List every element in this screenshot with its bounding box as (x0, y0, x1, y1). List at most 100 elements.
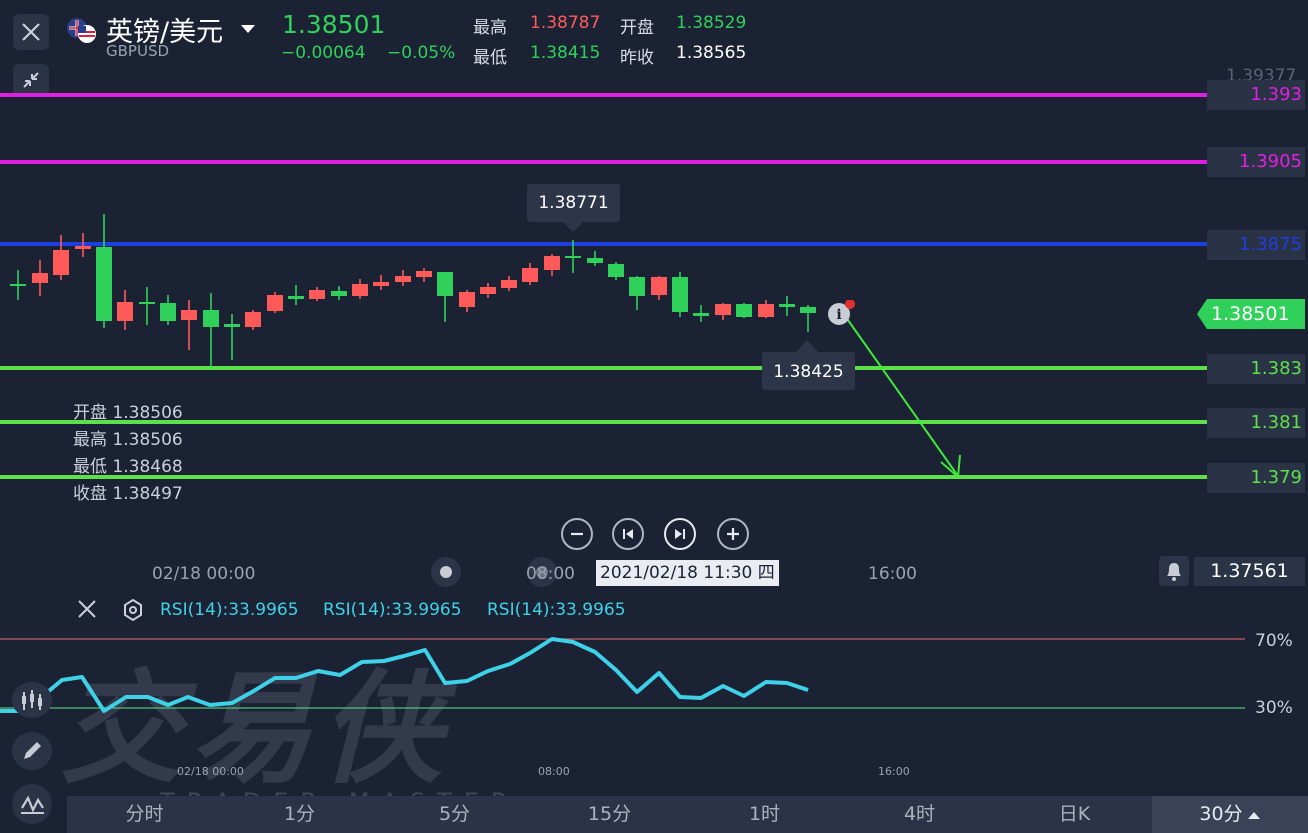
high-callout-pointer (562, 221, 584, 232)
settings-icon (124, 598, 142, 622)
candle-body (693, 313, 709, 316)
rsi-time-2: 08:00 (538, 765, 570, 778)
candle-body (373, 282, 389, 286)
candle-body (160, 303, 176, 321)
scroll-dot-left[interactable] (431, 557, 461, 587)
zoom-out-button[interactable] (561, 518, 593, 550)
rsi-label-3: RSI(14):33.9965 (487, 600, 626, 620)
candle-body (267, 295, 283, 311)
level-tag-1379: 1.379 (1207, 463, 1305, 493)
tab-30min-label: 30分 (1199, 803, 1243, 825)
draw-button[interactable] (12, 732, 52, 770)
candle-body (10, 284, 26, 286)
tab-1h[interactable]: 1时 (687, 796, 842, 833)
candle-body (53, 250, 69, 275)
ohlc-open-label: 开盘 (73, 403, 107, 423)
close-icon (78, 600, 96, 618)
high-callout: 1.38771 (527, 184, 620, 222)
candle-body (416, 271, 432, 277)
candle-body (480, 287, 496, 294)
rsi-series (0, 637, 809, 713)
rsi-time-3: 16:00 (878, 765, 910, 778)
rsi-label-2: RSI(14):33.9965 (323, 600, 462, 620)
ohlc-open-value: 1.38506 (112, 403, 183, 423)
timeframe-tabbar: 分时 1分 5分 15分 1时 4时 日K 30分 (67, 796, 1308, 833)
candle-body (629, 277, 645, 296)
ohlc-high-label: 最高 (73, 430, 107, 450)
ohlc-close-value: 1.38497 (112, 484, 183, 504)
bell-icon (1167, 563, 1181, 581)
rsi-label-1: RSI(14):33.9965 (160, 600, 299, 620)
tab-15min[interactable]: 15分 (532, 796, 687, 833)
next-icon (675, 529, 685, 539)
candle-body (587, 258, 603, 263)
ohlc-low-label: 最低 (73, 457, 107, 477)
axis-bottom-value: 1.37561 (1194, 557, 1305, 586)
candle-body (779, 304, 795, 307)
ohlc-low-value: 1.38468 (112, 457, 183, 477)
candle-body (736, 304, 752, 317)
candle-body (288, 296, 304, 299)
candle-body (75, 246, 91, 249)
rsi-time-1: 02/18 00:00 (177, 765, 244, 778)
level-tag-13875: 1.3875 (1207, 230, 1305, 260)
tab-30min[interactable]: 30分 (1152, 796, 1308, 833)
candle-body (395, 276, 411, 282)
level-tag-1381: 1.381 (1207, 408, 1305, 438)
indicator-icon (21, 795, 44, 814)
zoom-out-icon (571, 532, 583, 536)
zoom-in-button[interactable] (717, 518, 749, 550)
next-button[interactable] (664, 518, 696, 550)
candle-body (758, 304, 774, 317)
tab-daily[interactable]: 日K (997, 796, 1152, 833)
low-callout: 1.38425 (762, 352, 855, 390)
rsi-settings-button[interactable] (121, 598, 145, 626)
candle-body (32, 273, 48, 283)
rsi-upper-label: 70% (1255, 631, 1293, 651)
current-price-tag: 1.38501 (1197, 299, 1305, 329)
candle-body (651, 277, 667, 295)
level-tag-1383: 1.383 (1207, 354, 1305, 384)
indicator-button[interactable] (12, 784, 52, 824)
candle-body (117, 302, 133, 321)
crosshair-time: 2021/02/18 11:30 四 (596, 560, 779, 586)
ohlc-close-label: 收盘 (73, 484, 107, 504)
chevron-up-icon (1247, 812, 1260, 819)
zoom-in-icon (727, 528, 739, 540)
prev-button[interactable] (612, 518, 644, 550)
candle-body (715, 304, 731, 315)
ohlc-high-value: 1.38506 (112, 430, 183, 450)
tab-4h[interactable]: 4时 (842, 796, 997, 833)
rsi-close-button[interactable] (76, 598, 98, 624)
level-tag-13905: 1.3905 (1207, 147, 1305, 177)
candle-body (245, 312, 261, 327)
chart-type-button[interactable] (12, 682, 52, 718)
pen-icon (24, 742, 41, 759)
candle-body (96, 247, 112, 321)
candle-body (181, 310, 197, 320)
candle-body (139, 302, 155, 304)
info-icon[interactable]: i (826, 299, 856, 332)
projection-arrow (842, 312, 959, 477)
candle-body (544, 256, 560, 270)
candle-body (459, 292, 475, 307)
candle-body (672, 277, 688, 312)
candle-body (608, 264, 624, 277)
rsi-lower-label: 30% (1255, 698, 1293, 718)
candle-body (224, 324, 240, 327)
candle-body (501, 280, 517, 288)
tab-5min[interactable]: 5分 (377, 796, 532, 833)
candle-body (352, 284, 368, 296)
candle-body (203, 310, 219, 327)
candle-icon (22, 690, 42, 710)
tab-1min[interactable]: 1分 (222, 796, 377, 833)
level-tag-1393: 1.393 (1207, 80, 1305, 110)
candle-body (522, 268, 538, 282)
candle-body (309, 290, 325, 299)
svg-text:i: i (836, 307, 841, 323)
tab-fenshi[interactable]: 分时 (67, 796, 222, 833)
ohlc-panel: 开盘 1.38506 最高 1.38506 最低 1.38468 收盘 1.38… (73, 400, 183, 508)
alert-button[interactable] (1159, 556, 1189, 586)
candlestick-chart[interactable] (0, 0, 1308, 560)
time-label-3: 16:00 (868, 564, 917, 584)
